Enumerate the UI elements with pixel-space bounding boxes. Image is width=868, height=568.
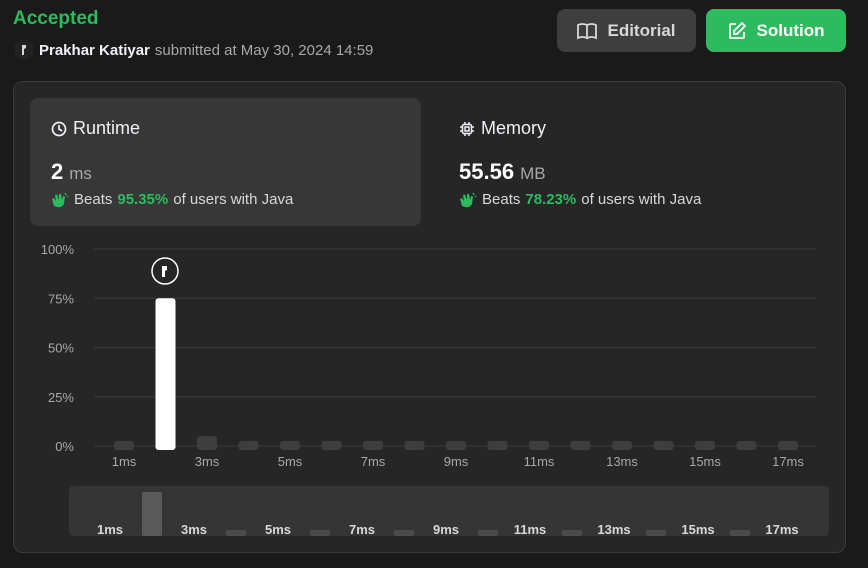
x-tick-label: 7ms xyxy=(361,454,386,469)
x-tick-label: 5ms xyxy=(278,454,303,469)
chart-bar-16ms[interactable] xyxy=(736,441,757,450)
slider-label: 5ms xyxy=(265,522,291,537)
chart-bar-5ms[interactable] xyxy=(280,441,300,450)
chart-bar-12ms[interactable] xyxy=(570,441,591,450)
edit-note-icon xyxy=(728,21,746,39)
y-tick-label: 100% xyxy=(41,242,75,257)
x-tick-label: 1ms xyxy=(112,454,137,469)
chart-bar-13ms[interactable] xyxy=(612,441,632,450)
chart-bar-9ms[interactable] xyxy=(446,441,466,450)
slider-label: 1ms xyxy=(97,522,123,537)
chart-bar-14ms[interactable] xyxy=(653,441,674,450)
chart-bar-2ms[interactable] xyxy=(155,298,176,450)
range-slider-labels: 1ms 3ms 5ms 7ms 9ms 11ms 13ms 15ms 17ms xyxy=(97,522,799,537)
y-tick-label: 25% xyxy=(48,390,74,405)
y-tick-label: 75% xyxy=(48,291,74,306)
slider-label: 15ms xyxy=(681,522,714,537)
editorial-button[interactable]: Editorial xyxy=(557,9,696,52)
y-tick-label: 50% xyxy=(48,341,74,356)
submitter-name[interactable]: Prakhar Katiyar xyxy=(39,42,150,59)
user-avatar-icon xyxy=(22,45,26,55)
chart-bar-17ms[interactable] xyxy=(778,441,798,450)
x-tick-label: 13ms xyxy=(606,454,638,469)
result-panel: Runtime 2 ms Beats 95.35% of users with … xyxy=(13,81,846,553)
y-tick-label: 0% xyxy=(55,439,74,454)
chart-y-ticks: 0% 25% 50% 75% 100% xyxy=(41,242,75,454)
slider-bar-12ms xyxy=(562,530,582,536)
x-tick-label: 17ms xyxy=(772,454,804,469)
x-tick-label: 11ms xyxy=(524,454,555,469)
avatar[interactable] xyxy=(14,40,34,60)
solution-button[interactable]: Solution xyxy=(706,9,846,52)
x-tick-label: 15ms xyxy=(689,454,721,469)
slider-bar-8ms xyxy=(394,530,414,536)
slider-label: 9ms xyxy=(433,522,459,537)
solution-label: Solution xyxy=(756,20,825,40)
slider-bar-2ms xyxy=(142,492,162,536)
slider-bar-4ms xyxy=(226,530,246,536)
chart-bar-15ms[interactable] xyxy=(695,441,715,450)
chart-bars xyxy=(114,298,798,450)
slider-label: 13ms xyxy=(597,522,630,537)
chart-grid xyxy=(94,248,816,447)
submitted-time: submitted at May 30, 2024 14:59 xyxy=(154,41,374,59)
chart-bar-1ms[interactable] xyxy=(114,441,134,450)
runtime-distribution-chart[interactable]: 0%25%50%75%100% 1ms 3ms 5ms 7ms 9ms 11ms 13ms 1… xyxy=(14,82,847,554)
slider-label: 7ms xyxy=(349,522,375,537)
editorial-label: Editorial xyxy=(607,20,676,40)
slider-label: 11ms xyxy=(514,522,547,537)
book-open-icon xyxy=(577,22,598,39)
chart-bar-6ms[interactable] xyxy=(321,441,342,450)
slider-bar-10ms xyxy=(478,530,498,536)
x-tick-label: 9ms xyxy=(444,454,469,469)
chart-bar-3ms[interactable] xyxy=(197,436,217,450)
chart-bar-10ms[interactable] xyxy=(487,441,508,450)
slider-label: 3ms xyxy=(181,522,207,537)
status-title: Accepted xyxy=(13,8,99,29)
slider-bar-6ms xyxy=(310,530,330,536)
slider-label: 17ms xyxy=(765,522,798,537)
x-tick-label: 3ms xyxy=(195,454,220,469)
slider-bar-14ms xyxy=(646,530,666,536)
chart-x-ticks: 1ms 3ms 5ms 7ms 9ms 11ms 13ms 15ms 17ms xyxy=(112,454,805,469)
chart-bar-11ms[interactable] xyxy=(529,441,549,450)
submitter-info: Prakhar Katiyar submitted at May 30, 202… xyxy=(14,40,373,60)
chart-bar-4ms[interactable] xyxy=(238,441,259,450)
slider-bar-16ms xyxy=(730,530,750,536)
chart-bar-7ms[interactable] xyxy=(363,441,383,450)
chart-bar-8ms[interactable] xyxy=(404,441,425,450)
my-submission-marker xyxy=(151,257,179,285)
